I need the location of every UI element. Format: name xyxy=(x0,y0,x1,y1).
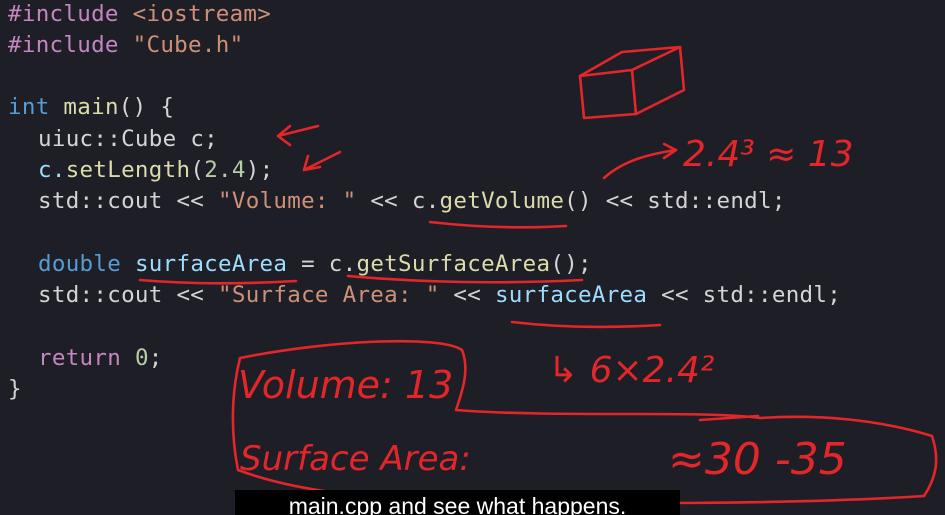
variable-name: surfaceArea xyxy=(494,282,648,308)
preprocessor-keyword: #include xyxy=(8,1,119,27)
code-text: << std::endl; xyxy=(647,282,842,308)
video-subtitle: main.cpp and see what happens. xyxy=(235,490,680,515)
include-path: <iostream> xyxy=(132,1,272,27)
number-literal: 0 xyxy=(134,345,149,371)
function-name: main xyxy=(63,94,119,120)
type-keyword: int xyxy=(8,94,50,120)
code-editor[interactable]: #include <iostream> #include "Cube.h" in… xyxy=(0,0,945,515)
code-line-9: double surfaceArea = c.getSurfaceArea(); xyxy=(38,248,592,280)
include-path: "Cube.h" xyxy=(132,32,244,58)
code-text: } xyxy=(8,376,22,402)
code-text: ; xyxy=(148,345,163,371)
function-name: setLength xyxy=(65,157,191,183)
variable-name: c. xyxy=(38,157,66,183)
code-line-4: int main() { xyxy=(8,91,174,123)
code-line-1: #include <iostream> xyxy=(8,0,271,30)
code-line-7: std::cout << "Volume: " << c.getVolume()… xyxy=(38,185,786,217)
code-line-13: } xyxy=(8,373,22,405)
code-text: << c. xyxy=(356,188,440,214)
code-line-10: std::cout << "Surface Area: " << surface… xyxy=(38,279,841,311)
number-literal: 2.4 xyxy=(204,157,246,183)
code-text: = c. xyxy=(287,251,357,277)
code-line-5: uiuc::Cube c; xyxy=(38,123,218,155)
function-name: getSurfaceArea xyxy=(356,251,551,277)
code-text: () { xyxy=(118,94,175,120)
code-text: uiuc::Cube xyxy=(38,126,177,152)
code-text: << xyxy=(439,282,495,308)
variable-name: surfaceArea xyxy=(134,251,288,277)
string-literal: "Surface Area: " xyxy=(218,282,440,308)
function-name: getVolume xyxy=(439,188,565,214)
string-literal: "Volume: " xyxy=(218,188,357,214)
code-text: ( xyxy=(190,157,205,183)
preprocessor-keyword: #include xyxy=(8,32,119,58)
code-text: () << std::endl; xyxy=(564,188,786,214)
code-text: ); xyxy=(245,157,274,183)
code-text: std::cout << xyxy=(38,188,218,214)
code-text: (); xyxy=(550,251,592,277)
code-line-2: #include "Cube.h" xyxy=(8,29,243,61)
return-keyword: return xyxy=(38,345,122,371)
code-text: std::cout << xyxy=(38,282,218,308)
code-text: c; xyxy=(176,126,219,152)
type-keyword: double xyxy=(38,251,122,277)
code-line-12: return 0; xyxy=(38,342,163,374)
code-line-6: c.setLength(2.4); xyxy=(38,154,273,186)
